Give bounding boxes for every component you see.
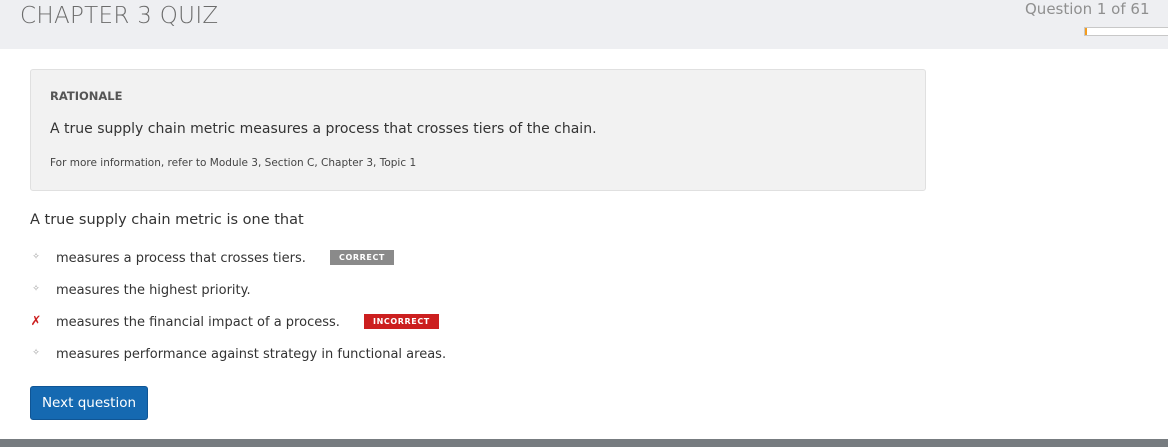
correct-badge: CORRECT	[330, 250, 394, 265]
rationale-text: A true supply chain metric measures a pr…	[50, 121, 597, 137]
cross-icon: ✗	[30, 314, 42, 329]
progress-fill	[1085, 28, 1087, 35]
answer-option: ✧ measures a process that crosses tiers.…	[30, 250, 730, 270]
answer-text: measures the financial impact of a proce…	[56, 315, 340, 330]
rationale-reference: For more information, refer to Module 3,…	[50, 157, 417, 169]
bullet-icon: ✧	[32, 284, 40, 294]
incorrect-badge: INCORRECT	[364, 314, 439, 329]
rationale-panel: RATIONALE A true supply chain metric mea…	[30, 69, 926, 191]
progress-bar	[1084, 27, 1168, 36]
answer-text: measures a process that crosses tiers.	[56, 251, 306, 266]
next-question-button[interactable]: Next question	[30, 386, 148, 420]
bullet-icon: ✧	[32, 252, 40, 262]
answer-option: ✧ measures performance against strategy …	[30, 346, 730, 366]
answer-text: measures the highest priority.	[56, 283, 251, 298]
question-counter: Question 1 of 61	[1025, 0, 1150, 18]
answer-option: ✧ measures the highest priority.	[30, 282, 730, 302]
quiz-header: CHAPTER 3 QUIZ Question 1 of 61	[0, 0, 1168, 49]
bullet-icon: ✧	[32, 348, 40, 358]
quiz-title: CHAPTER 3 QUIZ	[20, 3, 219, 29]
footer-bar	[0, 439, 1168, 447]
answer-text: measures performance against strategy in…	[56, 347, 447, 362]
rationale-heading: RATIONALE	[50, 89, 123, 103]
question-prompt: A true supply chain metric is one that	[30, 212, 304, 228]
answer-option: ✗ measures the financial impact of a pro…	[30, 314, 730, 334]
